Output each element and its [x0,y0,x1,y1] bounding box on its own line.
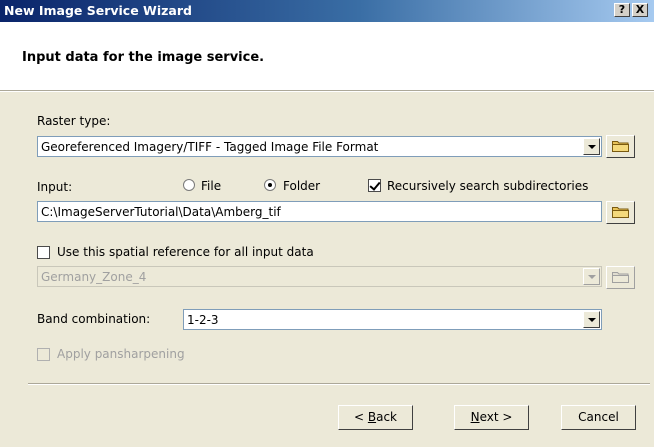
spatial-reference-checkbox[interactable] [37,246,50,259]
spatial-reference-combo: Germany_Zone_4 [37,266,602,287]
recursive-checkbox[interactable] [368,179,381,192]
chevron-down-icon[interactable] [583,311,600,328]
folder-radio[interactable] [264,179,276,191]
raster-type-folder-button[interactable] [606,135,635,158]
spatial-reference-value: Germany_Zone_4 [41,270,147,284]
folder-icon [612,207,629,218]
raster-type-combo[interactable]: Georeferenced Imagery/TIFF - Tagged Imag… [37,136,602,157]
wizard-header: Input data for the image service. [0,22,654,90]
next-button[interactable]: Next > [454,405,529,430]
input-folder-button[interactable] [606,201,635,224]
pansharpening-checkbox [37,348,50,361]
raster-type-value: Georeferenced Imagery/TIFF - Tagged Imag… [41,140,379,154]
spatial-reference-folder-button [606,266,635,289]
footer-divider-highlight [28,384,650,385]
input-path-field[interactable]: C:\ImageServerTutorial\Data\Amberg_tif [37,201,602,222]
file-radio[interactable] [183,179,195,191]
back-rest: ack [376,410,397,424]
back-hotkey: B [367,410,377,424]
close-button[interactable]: X [632,3,648,17]
recursive-checkbox-label[interactable]: Recursively search subdirectories [387,179,588,193]
pansharpening-label: Apply pansharpening [57,347,185,361]
back-button[interactable]: < Back [338,405,413,430]
cancel-button[interactable]: Cancel [561,405,636,430]
band-combination-label: Band combination: [37,312,151,326]
next-hotkey: N [470,410,480,424]
folder-radio-label[interactable]: Folder [283,179,320,193]
next-rest: ext > [479,410,513,424]
folder-icon [612,272,629,283]
chevron-down-icon[interactable] [583,138,600,155]
back-prefix: < [353,410,368,424]
folder-icon [612,141,629,152]
band-combination-combo[interactable]: 1-2-3 [183,309,602,330]
input-label: Input: [37,180,73,194]
spatial-reference-checkbox-label[interactable]: Use this spatial reference for all input… [57,245,314,259]
input-path-value: C:\ImageServerTutorial\Data\Amberg_tif [41,205,281,219]
window-title: New Image Service Wizard [4,3,192,18]
page-title: Input data for the image service. [22,50,265,65]
title-bar[interactable]: New Image Service Wizard ? X [0,0,654,22]
help-button[interactable]: ? [614,3,630,17]
wizard-window: New Image Service Wizard ? X Input data … [0,0,654,447]
band-combination-value: 1-2-3 [187,313,219,327]
chevron-down-icon [583,268,600,285]
raster-type-label: Raster type: [37,114,111,128]
file-radio-label[interactable]: File [201,179,221,193]
header-divider-highlight [0,91,654,92]
